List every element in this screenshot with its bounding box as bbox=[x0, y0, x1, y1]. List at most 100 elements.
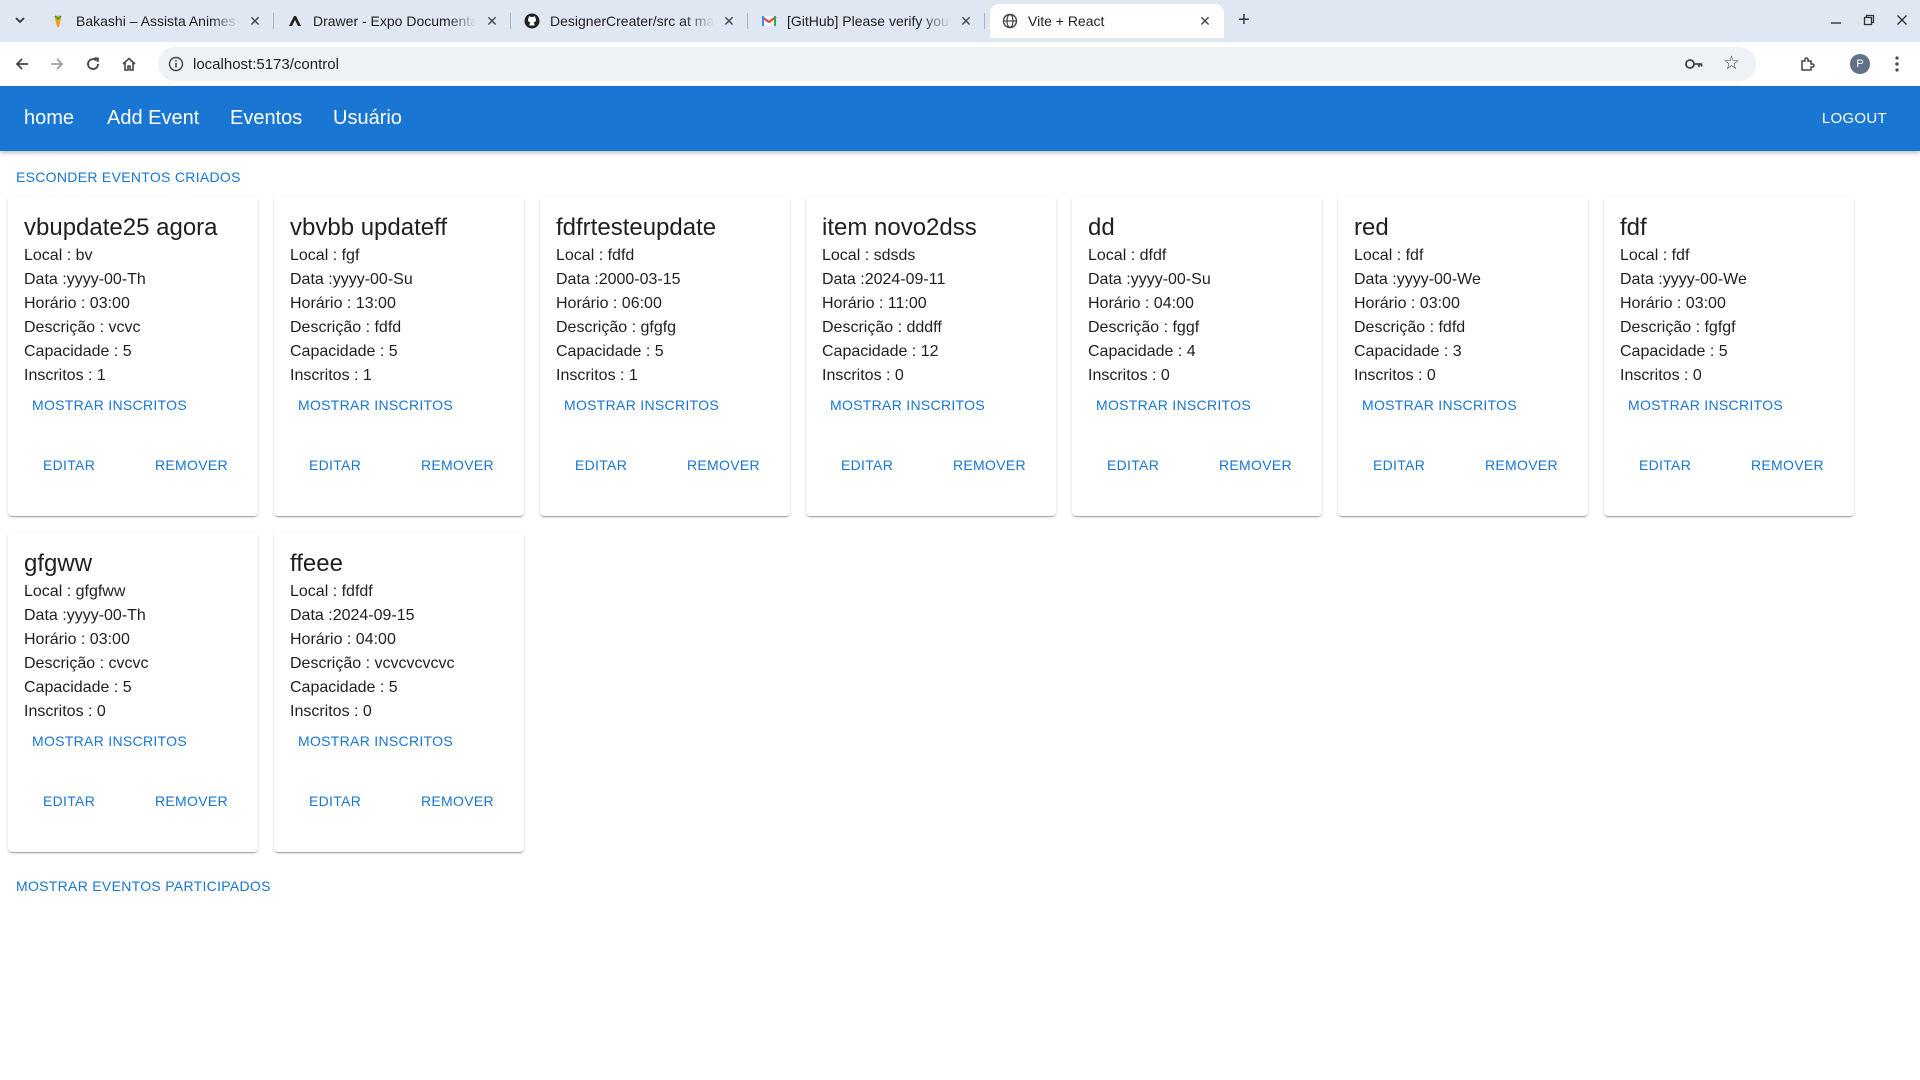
edit-button[interactable]: EDITAR bbox=[43, 793, 95, 809]
close-tab-icon[interactable]: ✕ bbox=[483, 12, 501, 30]
show-subscribers-button[interactable]: MOSTRAR INSCRITOS bbox=[298, 397, 453, 413]
show-subscribers-button[interactable]: MOSTRAR INSCRITOS bbox=[1362, 397, 1517, 413]
label-local: Local : bbox=[290, 247, 342, 264]
show-subscribers-button[interactable]: MOSTRAR INSCRITOS bbox=[1096, 397, 1251, 413]
value-data: 2000-03-15 bbox=[598, 271, 681, 288]
value-descricao: vcvcvcvcvc bbox=[374, 655, 455, 672]
logout-button[interactable]: LOGOUT bbox=[1822, 110, 1887, 128]
browser-tab-active[interactable]: Vite + React ✕ bbox=[990, 4, 1224, 38]
nav-usuario[interactable]: Usuário bbox=[333, 106, 402, 130]
value-horario: 04:00 bbox=[355, 631, 396, 648]
event-title: ffeee bbox=[290, 550, 343, 577]
event-descricao: Descrição : gfgfg bbox=[556, 318, 676, 338]
remove-button[interactable]: REMOVER bbox=[155, 793, 228, 809]
edit-button[interactable]: EDITAR bbox=[309, 457, 361, 473]
event-card: vbvbb updateff Local : fgf Data :yyyy-00-S… bbox=[274, 196, 524, 516]
nav-add-event[interactable]: Add Event bbox=[107, 106, 199, 130]
close-tab-icon[interactable]: ✕ bbox=[957, 12, 975, 30]
show-subscribers-button[interactable]: MOSTRAR INSCRITOS bbox=[564, 397, 719, 413]
label-horario: Horário : bbox=[290, 631, 356, 648]
profile-avatar[interactable]: P bbox=[1847, 51, 1873, 77]
show-participated-events-button[interactable]: MOSTRAR EVENTOS PARTICIPADOS bbox=[16, 878, 271, 894]
edit-button[interactable]: EDITAR bbox=[43, 457, 95, 473]
event-card: item novo2dss Local : sdsds Data :2024-09-… bbox=[806, 196, 1056, 516]
value-data: yyyy-00-Th bbox=[66, 607, 146, 624]
tab-search-chevron-down-icon[interactable] bbox=[8, 8, 32, 32]
gmail-favicon-icon bbox=[761, 13, 777, 29]
close-tab-icon[interactable]: ✕ bbox=[1196, 12, 1214, 30]
event-card: fdf Local : fdf Data :yyyy-00-We Horário : … bbox=[1604, 196, 1854, 516]
event-horario: Horário : 04:00 bbox=[290, 630, 396, 650]
address-bar[interactable]: localhost:5173/control ☆ bbox=[158, 47, 1756, 81]
label-inscritos: Inscritos : bbox=[1088, 367, 1161, 384]
site-info-icon[interactable] bbox=[168, 56, 184, 72]
show-subscribers-button[interactable]: MOSTRAR INSCRITOS bbox=[830, 397, 985, 413]
browser-tab[interactable]: Drawer - Expo Documentation ✕ bbox=[275, 4, 511, 38]
label-capacidade: Capacidade : bbox=[24, 343, 123, 360]
close-window-icon[interactable] bbox=[1890, 8, 1914, 32]
label-inscritos: Inscritos : bbox=[1354, 367, 1427, 384]
event-descricao: Descrição : fdfd bbox=[1354, 318, 1465, 338]
remove-button[interactable]: REMOVER bbox=[421, 457, 494, 473]
event-card: gfgww Local : gfgfww Data :yyyy-00-Th Horár… bbox=[8, 532, 258, 852]
remove-button[interactable]: REMOVER bbox=[155, 457, 228, 473]
close-tab-icon[interactable]: ✕ bbox=[246, 12, 264, 30]
back-arrow-icon[interactable] bbox=[9, 51, 35, 77]
show-subscribers-button[interactable]: MOSTRAR INSCRITOS bbox=[298, 733, 453, 749]
event-horario: Horário : 06:00 bbox=[556, 294, 662, 314]
home-icon[interactable] bbox=[116, 51, 142, 77]
close-tab-icon[interactable]: ✕ bbox=[720, 12, 738, 30]
hide-created-events-button[interactable]: ESCONDER EVENTOS CRIADOS bbox=[16, 169, 241, 185]
value-capacidade: 3 bbox=[1452, 343, 1462, 360]
remove-button[interactable]: REMOVER bbox=[687, 457, 760, 473]
remove-button[interactable]: REMOVER bbox=[1751, 457, 1824, 473]
label-capacidade: Capacidade : bbox=[822, 343, 921, 360]
label-capacidade: Capacidade : bbox=[24, 679, 123, 696]
browser-tab[interactable]: [GitHub] Please verify your device ✕ bbox=[749, 4, 985, 38]
remove-button[interactable]: REMOVER bbox=[421, 793, 494, 809]
label-data: Data : bbox=[290, 607, 333, 624]
edit-button[interactable]: EDITAR bbox=[1373, 457, 1425, 473]
label-horario: Horário : bbox=[556, 295, 622, 312]
label-horario: Horário : bbox=[290, 295, 356, 312]
show-subscribers-button[interactable]: MOSTRAR INSCRITOS bbox=[1628, 397, 1783, 413]
value-horario: 04:00 bbox=[1153, 295, 1194, 312]
nav-eventos[interactable]: Eventos bbox=[230, 106, 302, 130]
label-descricao: Descrição : bbox=[290, 319, 375, 336]
value-local: fgf bbox=[341, 247, 360, 264]
extensions-puzzle-icon[interactable] bbox=[1795, 51, 1821, 77]
label-local: Local : bbox=[290, 583, 342, 600]
password-key-icon[interactable] bbox=[1684, 55, 1704, 73]
value-capacidade: 5 bbox=[654, 343, 664, 360]
browser-tab[interactable]: Bakashi – Assista Animes Grátis ✕ bbox=[38, 4, 274, 38]
edit-button[interactable]: EDITAR bbox=[1107, 457, 1159, 473]
restore-icon[interactable] bbox=[1857, 8, 1881, 32]
reload-icon[interactable] bbox=[80, 51, 106, 77]
bookmark-star-icon[interactable]: ☆ bbox=[1723, 53, 1740, 75]
event-inscritos: Inscritos : 1 bbox=[290, 366, 372, 386]
value-local: fdfd bbox=[607, 247, 635, 264]
label-capacidade: Capacidade : bbox=[290, 679, 389, 696]
nav-home[interactable]: home bbox=[24, 106, 74, 130]
show-subscribers-button[interactable]: MOSTRAR INSCRITOS bbox=[32, 397, 187, 413]
browser-tab[interactable]: DesignerCreater/src at master ✕ bbox=[512, 4, 748, 38]
minimize-icon[interactable] bbox=[1824, 8, 1848, 32]
edit-button[interactable]: EDITAR bbox=[575, 457, 627, 473]
remove-button[interactable]: REMOVER bbox=[1485, 457, 1558, 473]
globe-icon bbox=[1002, 13, 1018, 29]
show-subscribers-button[interactable]: MOSTRAR INSCRITOS bbox=[32, 733, 187, 749]
new-tab-plus-icon[interactable]: + bbox=[1232, 8, 1256, 32]
value-capacidade: 5 bbox=[122, 343, 132, 360]
event-local: Local : bv bbox=[24, 246, 93, 266]
remove-button[interactable]: REMOVER bbox=[1219, 457, 1292, 473]
more-vertical-icon[interactable] bbox=[1884, 51, 1910, 77]
event-capacidade: Capacidade : 5 bbox=[556, 342, 664, 362]
edit-button[interactable]: EDITAR bbox=[1639, 457, 1691, 473]
edit-button[interactable]: EDITAR bbox=[841, 457, 893, 473]
value-data: yyyy-00-Th bbox=[66, 271, 146, 288]
value-inscritos: 0 bbox=[1426, 367, 1436, 384]
edit-button[interactable]: EDITAR bbox=[309, 793, 361, 809]
remove-button[interactable]: REMOVER bbox=[953, 457, 1026, 473]
address-url[interactable]: localhost:5173/control bbox=[193, 56, 339, 73]
forward-arrow-icon[interactable] bbox=[44, 51, 70, 77]
